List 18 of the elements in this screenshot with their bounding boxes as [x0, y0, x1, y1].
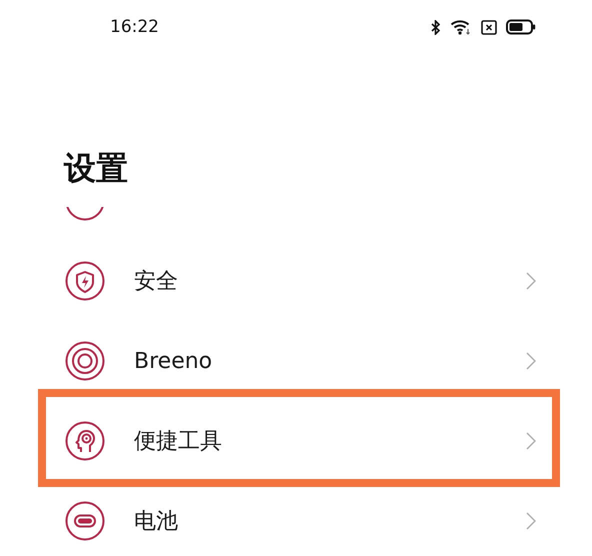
security-icon — [65, 261, 105, 301]
row-label: 安全 — [134, 268, 179, 296]
chevron-icon — [526, 512, 536, 530]
chevron-icon — [526, 352, 536, 370]
chevron-icon — [526, 272, 536, 290]
no-sim-icon — [481, 20, 497, 34]
row-label: Breeno — [134, 348, 214, 374]
settings-row[interactable]: 安全 — [0, 241, 592, 321]
bluetooth-icon — [431, 20, 441, 34]
settings-row[interactable]: 电池 — [0, 481, 592, 556]
chevron-icon — [526, 432, 536, 450]
row-label: 电池 — [134, 508, 179, 536]
row-label: 便捷工具 — [134, 428, 223, 456]
status-time: 16:22 — [110, 17, 160, 37]
settings-row[interactable]: Breeno — [0, 321, 592, 401]
wifi-icon — [450, 19, 472, 35]
page-title: 设置 — [64, 148, 128, 188]
settings-row[interactable]: 便捷工具 — [0, 401, 592, 481]
